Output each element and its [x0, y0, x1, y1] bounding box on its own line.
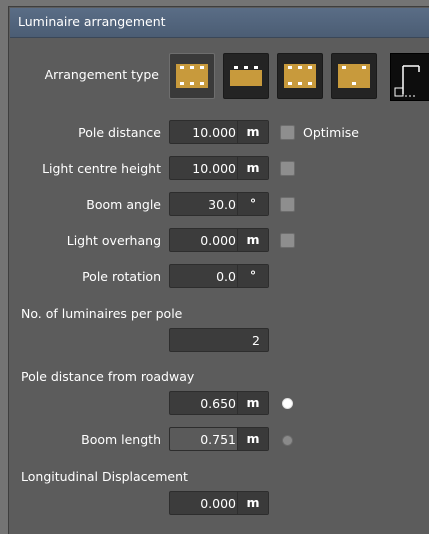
pole-geometry-button[interactable] [390, 53, 429, 101]
optimise-label: Optimise [303, 125, 359, 140]
light-centre-height-input[interactable]: 10.000 m [169, 156, 269, 180]
boom-angle-input[interactable]: 30.0 ° [169, 192, 269, 216]
arrangement-single-side-right-button[interactable] [223, 53, 269, 99]
panel-header: Luminaire arrangement [10, 8, 429, 38]
pole-distance-label: Pole distance [78, 125, 161, 140]
boom-angle-label: Boom angle [86, 197, 161, 212]
boom-angle-value: 30.0 [208, 197, 236, 212]
pole-distance-roadway-input[interactable]: 0.650 m [169, 391, 269, 415]
longitudinal-displacement-unit: m [237, 492, 268, 514]
pole-geometry-icon [394, 65, 420, 97]
pole-distance-roadway-unit: m [237, 392, 268, 414]
pole-rotation-unit: ° [237, 265, 268, 287]
longitudinal-displacement-label: Longitudinal Displacement [21, 469, 188, 484]
optimise-checkbox[interactable] [280, 125, 295, 140]
boom-angle-unit: ° [237, 193, 268, 215]
pole-distance-roadway-label: Pole distance from roadway [21, 369, 195, 384]
light-overhang-unit: m [237, 229, 268, 251]
light-overhang-input[interactable]: 0.000 m [169, 228, 269, 252]
light-centre-height-value: 10.000 [192, 161, 236, 176]
pole-distance-value: 10.000 [192, 125, 236, 140]
arrangement-staggered-button[interactable] [331, 53, 377, 99]
boom-length-radio[interactable] [282, 435, 293, 446]
luminaire-arrangement-panel: Luminaire arrangement Arrangement type P… [8, 6, 429, 534]
luminaires-per-pole-label: No. of luminaires per pole [21, 306, 183, 321]
arrangement-opposite-button[interactable] [277, 53, 323, 99]
pole-rotation-value: 0.0 [216, 269, 236, 284]
luminaires-per-pole-input[interactable]: 2 [169, 328, 269, 352]
boom-angle-checkbox[interactable] [280, 197, 295, 212]
boom-length-value: 0.751 [200, 432, 236, 447]
pole-distance-roadway-value: 0.650 [200, 396, 236, 411]
light-overhang-checkbox[interactable] [280, 233, 295, 248]
pole-distance-input[interactable]: 10.000 m [169, 120, 269, 144]
light-centre-height-label: Light centre height [42, 161, 161, 176]
longitudinal-displacement-input[interactable]: 0.000 m [169, 491, 269, 515]
luminaires-per-pole-value: 2 [252, 333, 260, 348]
longitudinal-displacement-value: 0.000 [200, 496, 236, 511]
pole-rotation-input[interactable]: 0.0 ° [169, 264, 269, 288]
pole-distance-roadway-radio[interactable] [282, 398, 293, 409]
arrangement-type-label: Arrangement type [44, 67, 159, 82]
light-centre-height-unit: m [237, 157, 268, 179]
boom-length-unit: m [237, 428, 268, 450]
arrangement-single-side-left-button[interactable] [169, 53, 215, 99]
light-overhang-label: Light overhang [66, 233, 161, 248]
light-centre-height-checkbox[interactable] [280, 161, 295, 176]
pole-rotation-label: Pole rotation [82, 269, 161, 284]
pole-distance-unit: m [237, 121, 268, 143]
light-overhang-value: 0.000 [200, 233, 236, 248]
panel-title: Luminaire arrangement [18, 14, 166, 29]
boom-length-input[interactable]: 0.751 m [169, 427, 269, 451]
boom-length-label: Boom length [81, 432, 161, 447]
